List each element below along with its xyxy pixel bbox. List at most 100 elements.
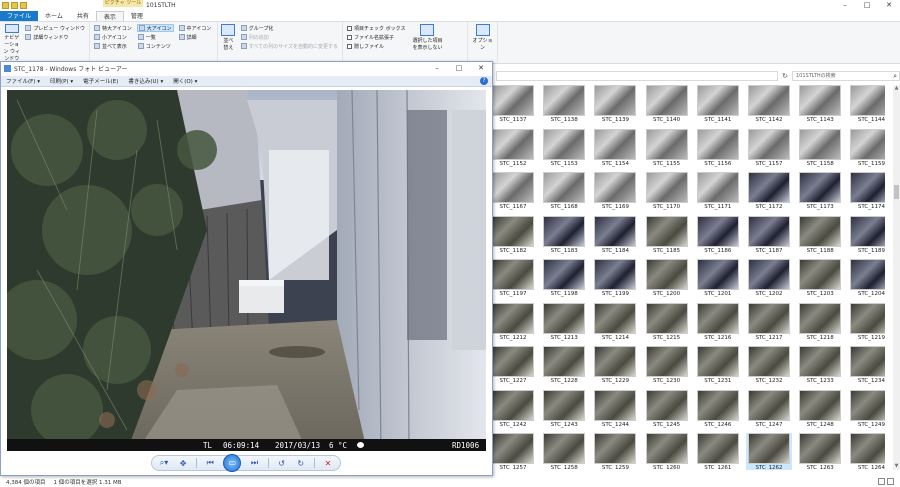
thumbnail-item[interactable]: STC_1188 [797,215,843,259]
slideshow-icon[interactable]: ▭ [223,454,242,472]
thumbnail-item[interactable]: STC_1214 [592,302,638,346]
rotate-right-icon[interactable]: ↻ [295,459,307,468]
thumbnail-item[interactable]: STC_1258 [541,433,587,470]
layout-list[interactable]: 一覧 [137,33,174,41]
details-pane-button[interactable]: 詳細ウィンドウ [24,33,86,41]
zoom-icon[interactable]: ⌕▾ [158,458,170,468]
thumbnail-item[interactable]: STC_1215 [644,302,690,346]
vertical-scrollbar[interactable]: ▲ ▼ [893,85,900,470]
layout-details[interactable]: 詳細 [178,33,213,41]
thumbnail-item[interactable]: STC_1189 [848,215,885,259]
thumbnail-item[interactable]: STC_1213 [541,302,587,346]
thumbnail-item[interactable]: STC_1243 [541,389,587,433]
sort-button[interactable]: 並べ替え [221,24,236,62]
thumbnail-item[interactable]: STC_1140 [644,85,690,128]
thumbnail-item[interactable]: STC_1185 [644,215,690,259]
thumbnail-item[interactable]: STC_1198 [541,259,587,302]
new-folder-icon[interactable] [20,2,27,9]
options-button[interactable]: オプション [471,24,494,62]
thumbnail-item[interactable]: STC_1227 [490,346,536,389]
thumbnail-item[interactable]: STC_1153 [541,128,587,172]
thumbnail-item[interactable]: STC_1230 [644,346,690,389]
add-columns-button[interactable]: 列の追加 [240,33,339,41]
thumbnail-item[interactable]: STC_1142 [746,85,792,128]
thumbnail-item[interactable]: STC_1138 [541,85,587,128]
delete-icon[interactable]: ✕ [322,459,334,468]
thumbnail-item[interactable]: STC_1212 [490,302,536,346]
thumbnail-item[interactable]: STC_1156 [695,128,741,172]
properties-icon[interactable] [11,2,18,9]
menu-burn[interactable]: 書き込み(U) ▾ [123,77,168,85]
scrollbar-thumb[interactable] [894,185,899,199]
item-checkbox-toggle[interactable]: 項目チェック ボックス [346,24,406,32]
close-button[interactable]: ✕ [878,0,900,10]
thumbnail-item[interactable]: STC_1173 [797,172,843,215]
thumbnail-item[interactable]: STC_1159 [848,128,885,172]
thumbnail-item[interactable]: STC_1183 [541,215,587,259]
layout-content[interactable]: コンテンツ [137,42,174,50]
thumbnail-item[interactable]: STC_1187 [746,215,792,259]
thumbnail-item[interactable]: STC_1219 [848,302,885,346]
thumbnail-item[interactable]: STC_1139 [592,85,638,128]
address-bar[interactable] [496,70,778,81]
actual-size-icon[interactable]: ✥ [177,459,189,468]
scroll-up-icon[interactable]: ▲ [893,85,900,92]
menu-print[interactable]: 印刷(P) ▾ [45,77,78,85]
thumbnail-item[interactable]: STC_1247 [746,389,792,433]
thumbnail-item[interactable]: STC_1218 [797,302,843,346]
thumbnail-item[interactable]: STC_1200 [644,259,690,302]
thumbnail-item[interactable]: STC_1137 [490,85,536,128]
thumbnail-item[interactable]: STC_1158 [797,128,843,172]
thumbnail-item[interactable]: STC_1155 [644,128,690,172]
thumbnail-item[interactable]: STC_1216 [695,302,741,346]
viewer-close-button[interactable]: ✕ [470,62,492,75]
thumbnail-item[interactable]: STC_1249 [848,389,885,433]
file-ext-toggle[interactable]: ファイル名拡張子 [346,33,406,41]
thumbnail-item[interactable]: STC_1203 [797,259,843,302]
folder-icon[interactable] [2,2,9,9]
thumbnail-item[interactable]: STC_1248 [797,389,843,433]
thumbnail-item[interactable]: STC_1246 [695,389,741,433]
layout-tiles[interactable]: 並べて表示 [93,42,133,50]
navigation-pane-button[interactable]: ナビゲーション ウィンドウ [3,24,20,62]
thumbnail-item[interactable]: STC_1231 [695,346,741,389]
preview-pane-button[interactable]: プレビュー ウィンドウ [24,24,86,32]
thumbnail-item[interactable]: STC_1199 [592,259,638,302]
thumbnail-item[interactable]: STC_1184 [592,215,638,259]
hidden-items-toggle[interactable]: 隠しファイル [346,42,406,50]
thumbnail-item[interactable]: STC_1154 [592,128,638,172]
thumbnail-item[interactable]: STC_1232 [746,346,792,389]
thumbnail-item[interactable]: STC_1186 [695,215,741,259]
rotate-left-icon[interactable]: ↺ [276,459,288,468]
thumbnail-item[interactable]: STC_1167 [490,172,536,215]
thumbnail-item[interactable]: STC_1152 [490,128,536,172]
thumbnail-item[interactable]: STC_1217 [746,302,792,346]
thumbnail-item[interactable]: STC_1228 [541,346,587,389]
thumbnail-item[interactable]: STC_1143 [797,85,843,128]
thumbnail-item[interactable]: STC_1172 [746,172,792,215]
thumbnail-item[interactable]: STC_1144 [848,85,885,128]
tab-share[interactable]: 共有 [70,11,96,21]
thumbnail-item[interactable]: STC_1229 [592,346,638,389]
viewer-minimize-button[interactable]: – [426,62,448,75]
help-icon[interactable]: ? [480,77,488,85]
thumbnail-item[interactable]: STC_1234 [848,346,885,389]
layout-extra-large[interactable]: 特大アイコン [93,24,133,32]
next-icon[interactable]: ⏭ [248,458,260,468]
fit-columns-button[interactable]: すべての列のサイズを自動的に変更する [240,42,339,50]
layout-medium[interactable]: 中アイコン [178,24,213,32]
thumbnail-item[interactable]: STC_1202 [746,259,792,302]
thumbnail-item[interactable]: STC_1169 [592,172,638,215]
previous-icon[interactable]: ⏮ [204,458,216,468]
thumbnail-item[interactable]: STC_1264 [848,433,885,470]
thumbnail-item[interactable]: STC_1201 [695,259,741,302]
details-view-icon[interactable] [878,478,885,485]
thumbnail-item[interactable]: STC_1257 [490,433,536,470]
large-icons-view-icon[interactable] [887,478,894,485]
thumbnail-item[interactable]: STC_1168 [541,172,587,215]
thumbnail-item[interactable]: STC_1182 [490,215,536,259]
thumbnail-item[interactable]: STC_1242 [490,389,536,433]
menu-file[interactable]: ファイル(F) ▾ [1,77,45,85]
thumbnail-item[interactable]: STC_1141 [695,85,741,128]
thumbnail-item[interactable]: STC_1260 [644,433,690,470]
